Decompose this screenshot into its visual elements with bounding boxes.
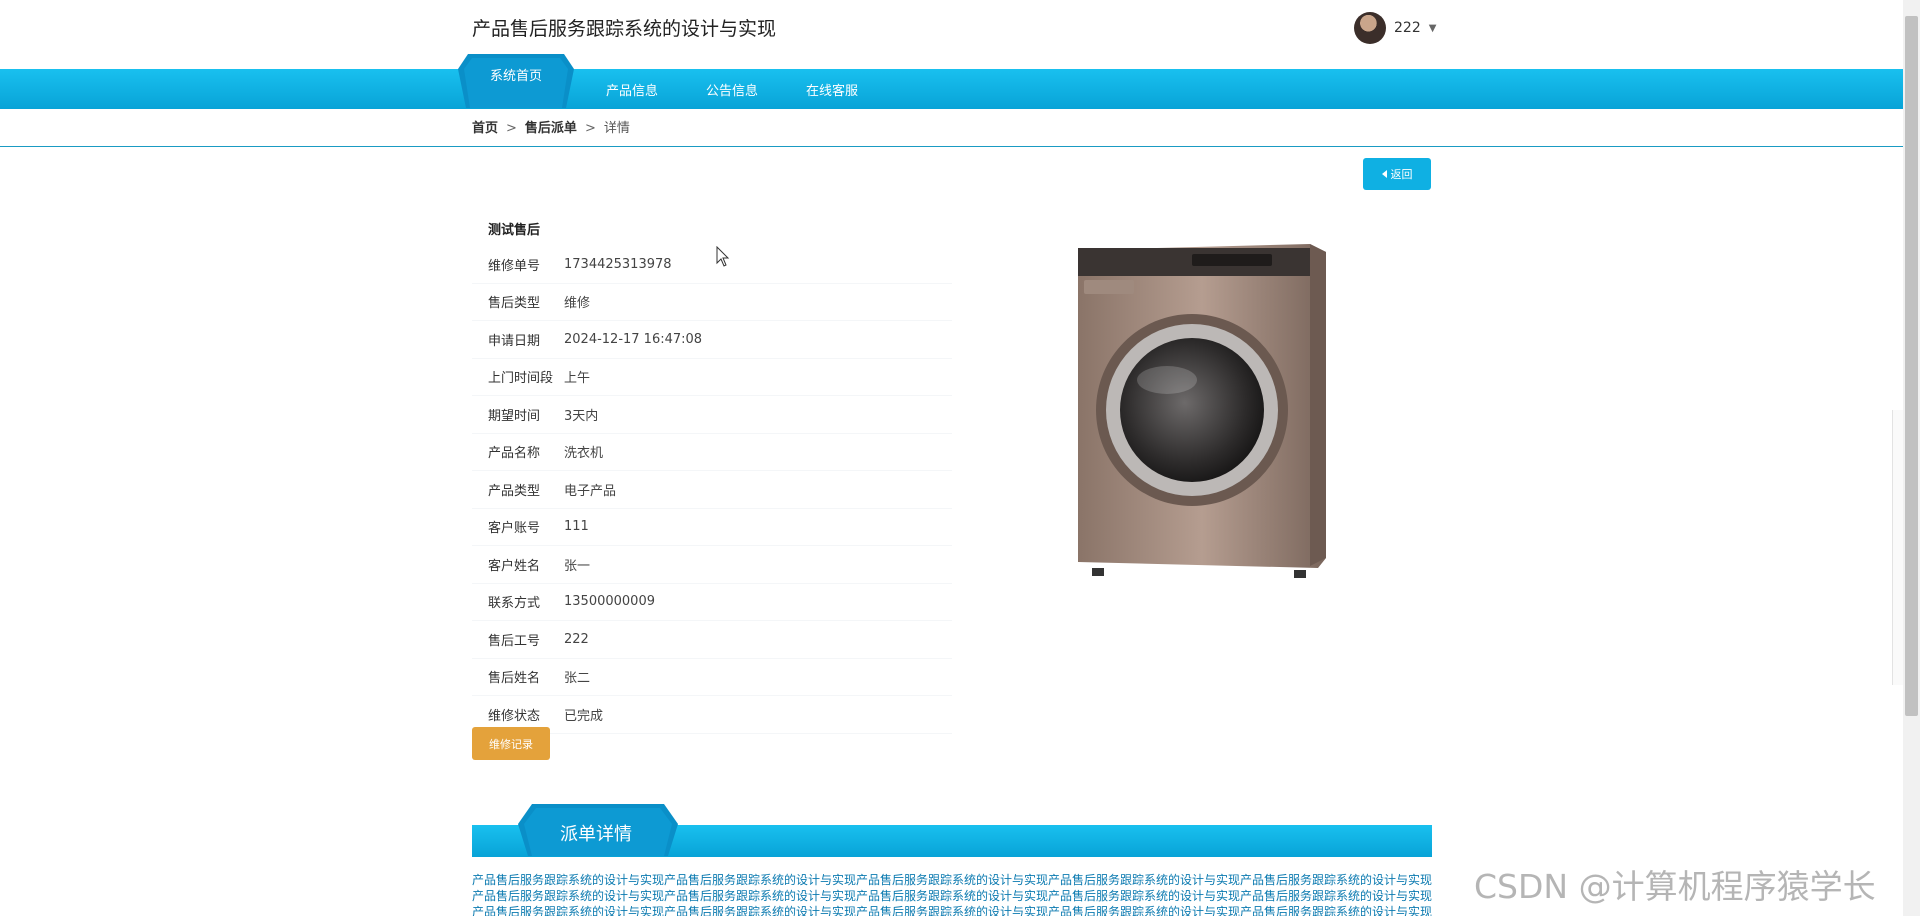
detail-label: 产品类型 bbox=[488, 483, 541, 499]
detail-value: 洗衣机 bbox=[564, 446, 604, 462]
detail-label: 上门时间段 bbox=[488, 371, 554, 387]
username[interactable]: 222 bbox=[1394, 20, 1421, 36]
mouse-cursor-icon bbox=[716, 245, 730, 272]
detail-value: 3天内 bbox=[564, 408, 599, 424]
detail-row: 售后工号 222 bbox=[472, 621, 952, 659]
detail-row: 期望时间 3天内 bbox=[472, 396, 952, 434]
main-nav: 系统首页 产品信息 公告信息 在线客服 bbox=[472, 69, 882, 109]
nav-item-products[interactable]: 产品信息 bbox=[582, 80, 682, 99]
repair-record-button[interactable]: 维修记录 bbox=[472, 727, 550, 760]
site-title: 产品售后服务跟踪系统的设计与实现 bbox=[472, 18, 777, 40]
caret-down-icon[interactable]: ▼ bbox=[1429, 23, 1437, 34]
detail-value: 已完成 bbox=[564, 708, 604, 724]
detail-label: 申请日期 bbox=[488, 333, 541, 349]
user-menu[interactable]: 222 ▼ bbox=[1354, 12, 1436, 44]
detail-label: 联系方式 bbox=[488, 596, 541, 612]
breadcrumb: 首页 > 售后派单 > 详情 bbox=[472, 117, 630, 136]
detail-label: 售后工号 bbox=[488, 633, 541, 649]
detail-value: 电子产品 bbox=[564, 483, 617, 499]
breadcrumb-section[interactable]: 售后派单 bbox=[525, 121, 577, 136]
nav-item-home[interactable]: 系统首页 bbox=[490, 65, 542, 84]
caret-left-icon bbox=[1381, 170, 1387, 178]
avatar[interactable] bbox=[1354, 12, 1386, 44]
detail-label: 期望时间 bbox=[488, 408, 541, 424]
back-button[interactable]: 返回 bbox=[1363, 158, 1431, 190]
detail-label: 维修状态 bbox=[488, 708, 541, 724]
detail-row: 售后类型 维修 bbox=[472, 284, 952, 321]
back-button-label: 返回 bbox=[1390, 168, 1413, 181]
detail-row: 维修单号 1734425313978 bbox=[472, 246, 952, 284]
detail-label: 售后姓名 bbox=[488, 671, 541, 687]
breadcrumb-separator: > bbox=[584, 121, 596, 136]
detail-row: 售后姓名 张二 bbox=[472, 659, 952, 696]
detail-value: 上午 bbox=[564, 371, 591, 387]
detail-label: 客户姓名 bbox=[488, 558, 541, 574]
detail-row: 联系方式 13500000009 bbox=[472, 584, 952, 621]
detail-title: 测试售后 bbox=[488, 223, 541, 238]
detail-value: 13500000009 bbox=[564, 594, 655, 610]
detail-row: 客户账号 111 bbox=[472, 509, 952, 546]
detail-label: 产品名称 bbox=[488, 446, 541, 462]
breadcrumb-current: 详情 bbox=[603, 121, 630, 136]
breadcrumb-separator: > bbox=[506, 121, 517, 136]
divider bbox=[0, 146, 1903, 147]
scrollbar-thumb[interactable] bbox=[1905, 16, 1918, 716]
detail-label: 客户账号 bbox=[488, 521, 541, 537]
detail-value: 2024-12-17 16:47:08 bbox=[564, 331, 703, 347]
nav-bar bbox=[0, 69, 1903, 109]
detail-list: 维修单号 1734425313978 售后类型 维修 申请日期 2024-12-17 … bbox=[472, 246, 952, 734]
breadcrumb-home[interactable]: 首页 bbox=[472, 121, 498, 136]
section-content: 产品售后服务跟踪系统的设计与实现产品售后服务跟踪系统的设计与实现产品售后服务跟踪… bbox=[472, 873, 1432, 916]
section-title: 派单详情 bbox=[560, 824, 632, 845]
detail-value: 张一 bbox=[564, 558, 591, 574]
detail-row: 产品名称 洗衣机 bbox=[472, 434, 952, 471]
product-image bbox=[1072, 240, 1332, 580]
detail-value: 1734425313978 bbox=[564, 256, 672, 272]
detail-row: 客户姓名 张一 bbox=[472, 546, 952, 584]
detail-row: 上门时间段 上午 bbox=[472, 359, 952, 396]
watermark: CSDN @计算机程序猿学长 bbox=[1474, 867, 1876, 906]
detail-value: 222 bbox=[564, 631, 589, 647]
nav-item-service[interactable]: 在线客服 bbox=[782, 80, 882, 99]
detail-value: 维修 bbox=[564, 296, 591, 312]
nav-item-notices[interactable]: 公告信息 bbox=[682, 80, 782, 99]
detail-row: 产品类型 电子产品 bbox=[472, 471, 952, 509]
detail-row: 申请日期 2024-12-17 16:47:08 bbox=[472, 321, 952, 359]
detail-value: 张二 bbox=[564, 671, 591, 687]
detail-label: 售后类型 bbox=[488, 296, 541, 312]
detail-label: 维修单号 bbox=[488, 258, 541, 274]
detail-value: 111 bbox=[564, 519, 589, 535]
